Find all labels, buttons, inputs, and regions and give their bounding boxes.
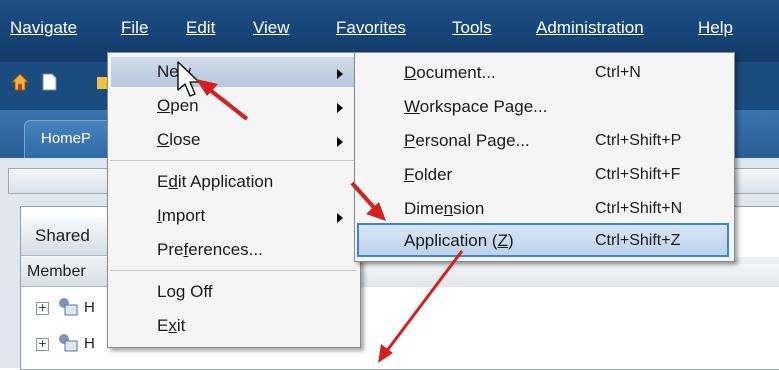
annotation-overlay xyxy=(177,61,464,363)
red-arrow-icon xyxy=(350,181,386,221)
red-arrow-icon xyxy=(378,250,464,363)
mouse-pointer-icon xyxy=(177,61,200,97)
red-arrow-icon xyxy=(196,79,249,121)
